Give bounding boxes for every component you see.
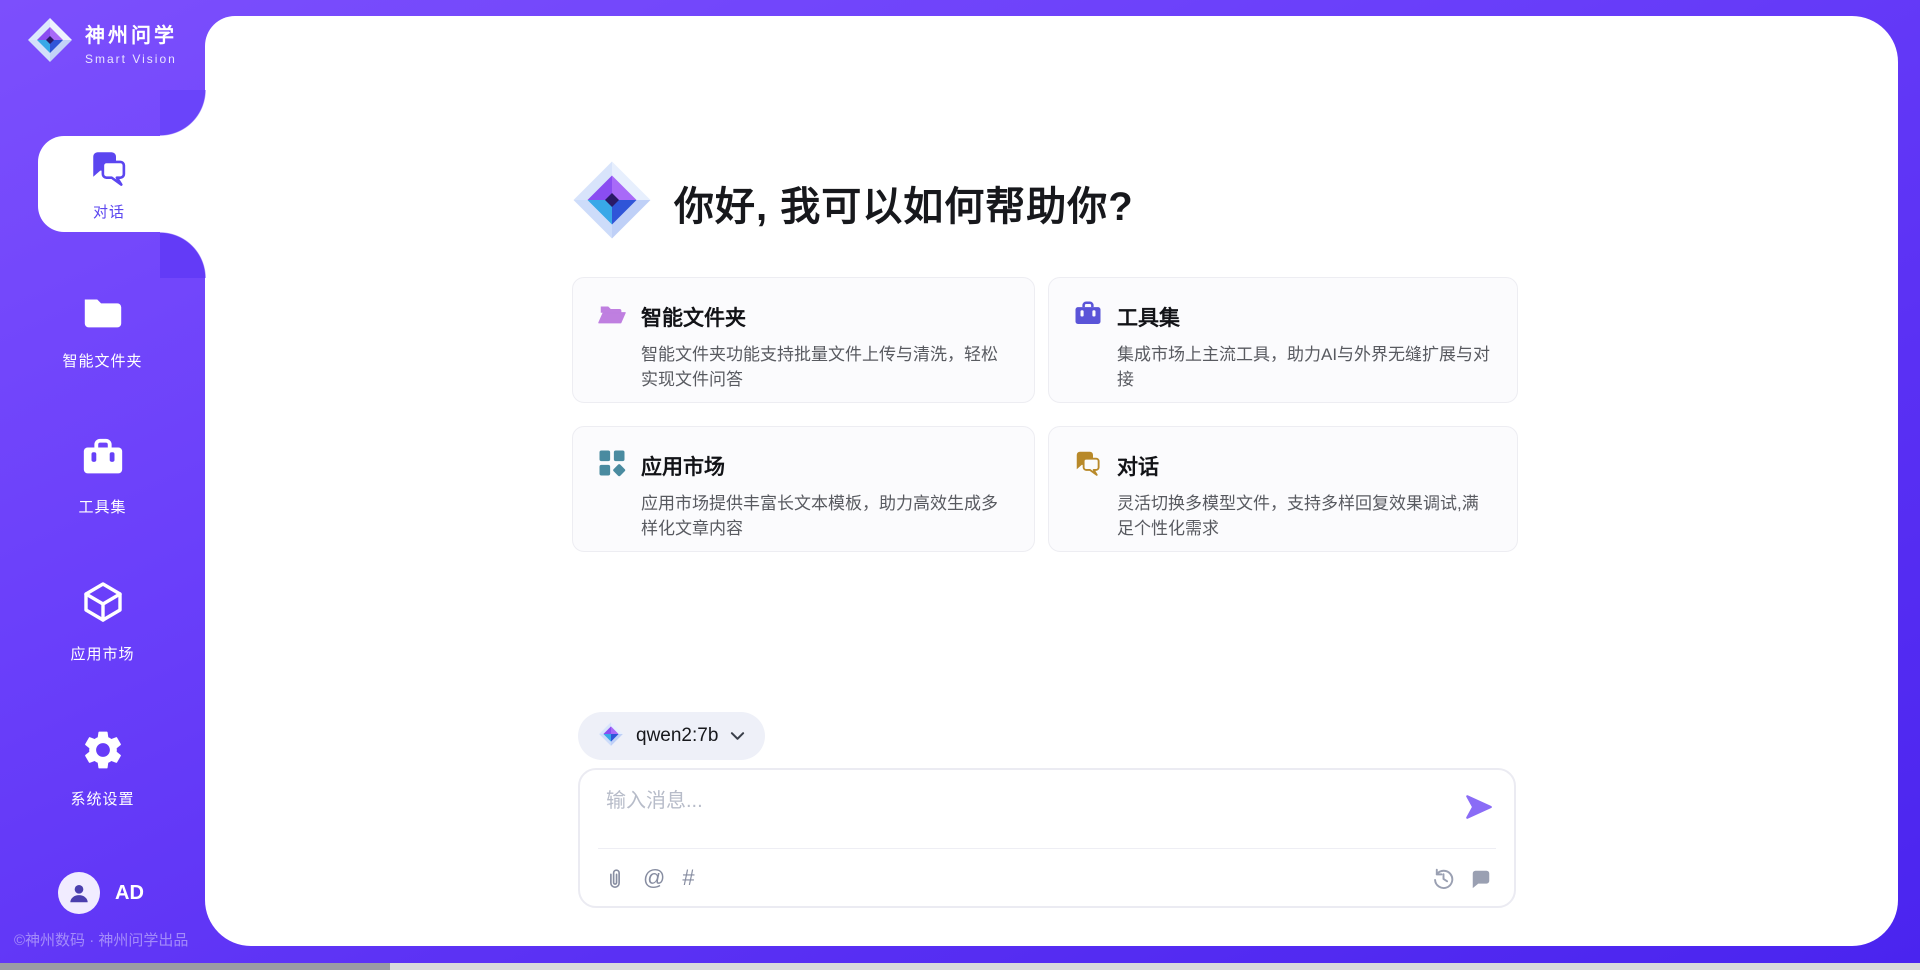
sidebar-item-chat[interactable]: 对话 xyxy=(38,136,208,232)
feature-cards: 智能文件夹 智能文件夹功能支持批量文件上传与清洗，轻松实现文件问答 工具集 集成… xyxy=(572,277,1518,552)
mention-icon[interactable]: @ xyxy=(643,867,665,889)
chat-icon xyxy=(88,147,130,194)
model-selector[interactable]: qwen2:7b xyxy=(578,712,765,760)
sidebar-item-label: 系统设置 xyxy=(70,788,134,809)
history-icon[interactable] xyxy=(1432,867,1455,890)
user-account[interactable]: AD xyxy=(58,872,144,914)
attachment-icon[interactable] xyxy=(604,866,626,890)
sidebar-item-settings[interactable]: 系统设置 xyxy=(0,720,205,816)
greeting-text: 你好, 我可以如何帮助你? xyxy=(674,174,1134,232)
message-composer: @ # xyxy=(578,768,1516,908)
composer-divider xyxy=(598,848,1496,849)
chevron-down-icon xyxy=(730,730,745,742)
greeting-block: 你好, 我可以如何帮助你? xyxy=(570,158,1134,247)
sidebar-item-app-market[interactable]: 应用市场 xyxy=(0,574,205,670)
send-icon[interactable] xyxy=(1464,792,1494,822)
card-chat[interactable]: 对话 灵活切换多模型文件，支持多样回复效果调试,满足个性化需求 xyxy=(1048,426,1518,552)
cube-icon xyxy=(79,580,127,633)
sidebar-item-smart-folder[interactable]: 智能文件夹 xyxy=(0,282,205,378)
card-title: 智能文件夹 xyxy=(641,302,746,332)
brand-diamond-icon xyxy=(26,16,74,69)
gear-icon xyxy=(80,727,126,778)
chat-bubble-icon[interactable] xyxy=(1470,868,1492,890)
briefcase-icon xyxy=(80,435,126,486)
tab-connector-bottom xyxy=(160,232,206,278)
card-title: 工具集 xyxy=(1117,302,1180,332)
folder-icon xyxy=(80,289,126,340)
message-input[interactable] xyxy=(606,784,1446,842)
sidebar-item-label: 应用市场 xyxy=(70,643,134,664)
horizontal-scrollbar[interactable] xyxy=(0,963,1920,970)
assistant-diamond-icon xyxy=(570,158,654,247)
copyright-footer: ©神州数码 · 神州问学出品 xyxy=(14,929,188,950)
card-description: 灵活切换多模型文件，支持多样回复效果调试,满足个性化需求 xyxy=(1117,491,1493,541)
card-smart-folder[interactable]: 智能文件夹 智能文件夹功能支持批量文件上传与清洗，轻松实现文件问答 xyxy=(572,277,1035,403)
briefcase-icon xyxy=(1073,299,1103,334)
chat-icon xyxy=(1073,448,1103,483)
card-title: 应用市场 xyxy=(641,451,725,481)
app-subtitle: Smart Vision xyxy=(85,52,177,66)
card-toolset[interactable]: 工具集 集成市场上主流工具，助力AI与外界无缝扩展与对接 xyxy=(1048,277,1518,403)
sidebar-item-label: 智能文件夹 xyxy=(62,350,142,371)
folder-open-icon xyxy=(597,299,627,334)
app-window: 神州问学 Smart Vision 对话 智能文件夹 xyxy=(0,0,1920,970)
avatar[interactable] xyxy=(58,872,100,914)
card-description: 应用市场提供丰富长文本模板，助力高效生成多样化文章内容 xyxy=(641,491,1010,541)
card-app-market[interactable]: 应用市场 应用市场提供丰富长文本模板，助力高效生成多样化文章内容 xyxy=(572,426,1035,552)
sidebar-item-label: 工具集 xyxy=(78,496,126,517)
model-diamond-icon xyxy=(598,721,624,752)
app-logo: 神州问学 Smart Vision xyxy=(26,16,177,69)
topic-hash-icon[interactable]: # xyxy=(682,867,694,889)
card-description: 智能文件夹功能支持批量文件上传与清洗，轻松实现文件问答 xyxy=(641,342,1010,392)
model-name: qwen2:7b xyxy=(636,725,718,747)
appgrid-icon xyxy=(597,448,627,483)
card-title: 对话 xyxy=(1117,451,1159,481)
app-title: 神州问学 xyxy=(85,19,177,48)
card-description: 集成市场上主流工具，助力AI与外界无缝扩展与对接 xyxy=(1117,342,1493,392)
tab-connector-top xyxy=(160,90,206,136)
scrollbar-thumb[interactable] xyxy=(0,963,390,970)
sidebar-item-toolset[interactable]: 工具集 xyxy=(0,428,205,524)
user-initials: AD xyxy=(115,882,144,905)
sidebar-item-label: 对话 xyxy=(93,201,125,222)
